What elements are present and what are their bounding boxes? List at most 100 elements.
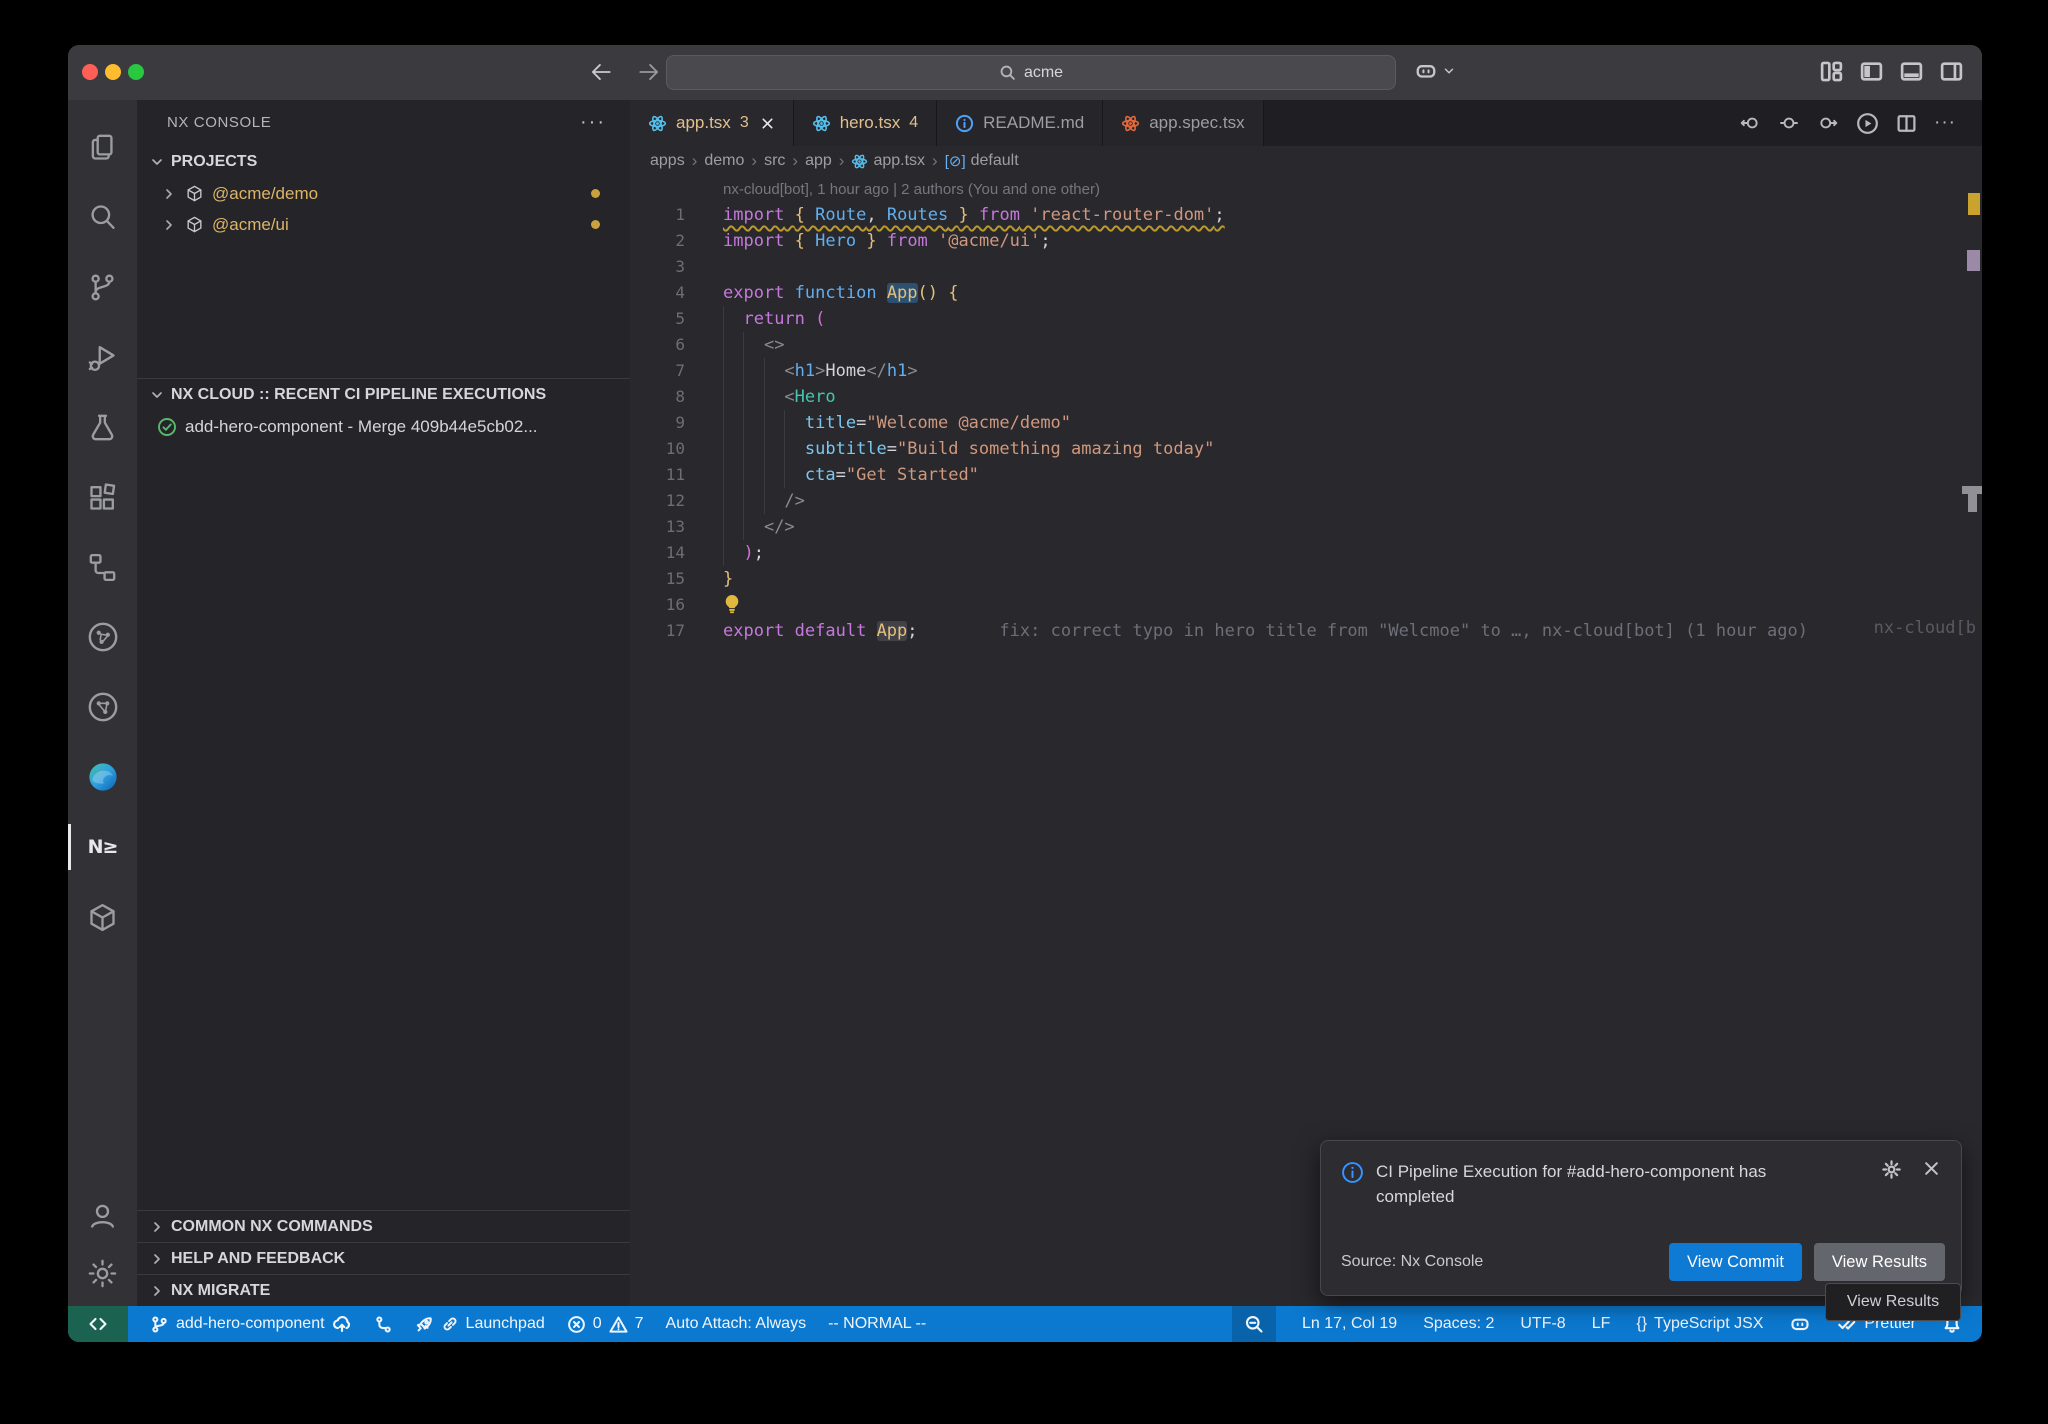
tab-hero-tsx[interactable]: hero.tsx 4	[794, 100, 937, 146]
settings-gear-icon[interactable]	[68, 1244, 137, 1302]
code-line[interactable]: 9 title="Welcome @acme/demo"	[630, 410, 1982, 436]
breadcrumb-item-default[interactable]: [⊘]default	[945, 152, 1019, 170]
tab-readme-md[interactable]: README.md	[937, 100, 1103, 146]
search-sidebar-icon[interactable]	[68, 182, 137, 252]
source-control-icon[interactable]	[68, 252, 137, 322]
language-mode-status[interactable]: {} TypeScript JSX	[1636, 1315, 1763, 1333]
pipeline-execution-item[interactable]: add-hero-component - Merge 409b44e5cb02.…	[137, 411, 630, 442]
code-line[interactable]: 8 <Hero	[630, 384, 1982, 410]
breadcrumb: apps›demo›src›app›app.tsx›[⊘]default	[630, 146, 1982, 176]
project-item-acme-demo[interactable]: @acme/demo	[137, 178, 630, 209]
run-debug-icon[interactable]	[68, 322, 137, 392]
run-file-icon[interactable]	[1856, 112, 1879, 135]
git-graph-status[interactable]	[374, 1315, 393, 1334]
encoding-status[interactable]: UTF-8	[1520, 1315, 1565, 1333]
project-graph-icon[interactable]	[68, 602, 137, 672]
history-back-icon[interactable]	[588, 59, 614, 85]
close-tab-icon[interactable]	[760, 116, 775, 131]
status-bar: add-hero-component Launchpad 0 7 Auto At…	[68, 1306, 1982, 1342]
toggle-secondary-sidebar-icon[interactable]	[1939, 59, 1964, 84]
task-graph-icon[interactable]	[68, 672, 137, 742]
code-line[interactable]: 3	[630, 254, 1982, 280]
more-actions-icon[interactable]: ···	[580, 111, 606, 134]
split-editor-icon[interactable]	[1896, 113, 1917, 134]
breadcrumb-item-demo[interactable]: demo	[704, 152, 744, 170]
nav-forward-change-icon[interactable]	[1817, 113, 1839, 133]
chevron-down-icon[interactable]	[1442, 64, 1456, 78]
notification-settings-gear-icon[interactable]	[1881, 1159, 1902, 1209]
indentation-status[interactable]: Spaces: 2	[1423, 1315, 1494, 1333]
code-line[interactable]: 14 );	[630, 540, 1982, 566]
close-window-button[interactable]	[82, 64, 98, 80]
line-number: 10	[630, 436, 685, 462]
maximize-window-button[interactable]	[128, 64, 144, 80]
projects-section-header[interactable]: PROJECTS	[137, 145, 630, 178]
git-graph-icon	[374, 1315, 393, 1334]
nx-cloud-section-header[interactable]: NX CLOUD :: RECENT CI PIPELINE EXECUTION…	[137, 378, 630, 411]
breadcrumb-item-app-tsx[interactable]: app.tsx	[851, 152, 925, 170]
tab-app-spec-tsx[interactable]: app.spec.tsx	[1103, 100, 1263, 146]
nx-console-icon[interactable]: N≥	[68, 812, 137, 882]
extensions-icon[interactable]	[68, 462, 137, 532]
code-line[interactable]: 13 </>	[630, 514, 1982, 540]
remote-indicator[interactable]	[68, 1306, 128, 1342]
more-actions-icon[interactable]: ···	[1934, 112, 1956, 134]
zoom-indicator[interactable]	[1232, 1306, 1276, 1342]
info-icon	[955, 114, 974, 133]
eol-status[interactable]: LF	[1592, 1315, 1611, 1333]
common-nx-commands-section[interactable]: COMMON NX COMMANDS	[137, 1210, 630, 1242]
code-line[interactable]: 4export function App() {	[630, 280, 1982, 306]
code-line[interactable]: 1import { Route, Routes } from 'react-ro…	[630, 202, 1982, 228]
copilot-icon[interactable]	[1414, 60, 1438, 82]
code-line[interactable]: 7 <h1>Home</h1>	[630, 358, 1982, 384]
git-branch-status[interactable]: add-hero-component	[150, 1314, 352, 1334]
edge-devtools-icon[interactable]	[68, 742, 137, 812]
tab-app-tsx[interactable]: app.tsx 3	[630, 100, 794, 146]
chevron-down-icon	[149, 154, 165, 170]
launchpad-status[interactable]: Launchpad	[415, 1315, 545, 1334]
help-and-feedback-section[interactable]: HELP AND FEEDBACK	[137, 1242, 630, 1274]
line-number: 12	[630, 488, 685, 514]
code-line[interactable]: 15}	[630, 566, 1982, 592]
notification-close-icon[interactable]	[1922, 1159, 1941, 1209]
notification-source: Source: Nx Console	[1341, 1253, 1483, 1271]
view-results-button[interactable]: View Results	[1814, 1243, 1945, 1281]
search-icon	[999, 64, 1016, 81]
code-line[interactable]: 17export default App; fix: correct typo …	[630, 618, 1982, 644]
view-commit-button[interactable]: View Commit	[1669, 1243, 1802, 1281]
quickfix-lightbulb-icon[interactable]	[721, 593, 743, 615]
cursor-position-status[interactable]: Ln 17, Col 19	[1302, 1315, 1397, 1333]
code-line[interactable]: 5 return (	[630, 306, 1982, 332]
copilot-status[interactable]	[1789, 1314, 1811, 1334]
toggle-panel-icon[interactable]	[1899, 59, 1924, 84]
explorer-icon[interactable]	[68, 112, 137, 182]
auto-attach-status[interactable]: Auto Attach: Always	[666, 1315, 807, 1333]
command-center-search[interactable]: acme	[666, 55, 1396, 90]
history-forward-icon[interactable]	[636, 59, 662, 85]
nx-migrate-section[interactable]: NX MIGRATE	[137, 1274, 630, 1306]
nav-current-change-icon[interactable]	[1778, 113, 1800, 133]
customize-layout-icon[interactable]	[1819, 59, 1844, 84]
package-icon[interactable]	[68, 882, 137, 952]
code-line[interactable]: 2import { Hero } from '@acme/ui';	[630, 228, 1982, 254]
code-line[interactable]: 12 />	[630, 488, 1982, 514]
nx-projects-icon[interactable]	[68, 532, 137, 602]
nav-back-change-icon[interactable]	[1739, 113, 1761, 133]
code-line[interactable]: 6 <>	[630, 332, 1982, 358]
breadcrumb-item-app[interactable]: app	[805, 152, 832, 170]
warnings-icon	[609, 1315, 628, 1334]
code-line[interactable]: 10 subtitle="Build something amazing tod…	[630, 436, 1982, 462]
accounts-icon[interactable]	[68, 1186, 137, 1244]
breadcrumb-item-src[interactable]: src	[764, 152, 785, 170]
problems-status[interactable]: 0 7	[567, 1315, 644, 1334]
code-line[interactable]: 16	[630, 592, 1982, 618]
project-item-acme-ui[interactable]: @acme/ui	[137, 209, 630, 240]
testing-icon[interactable]	[68, 392, 137, 462]
code-line[interactable]: 11 cta="Get Started"	[630, 462, 1982, 488]
react-icon	[812, 114, 831, 133]
breadcrumb-item-apps[interactable]: apps	[650, 152, 685, 170]
vim-mode-status[interactable]: -- NORMAL --	[828, 1315, 926, 1333]
toggle-primary-sidebar-icon[interactable]	[1859, 59, 1884, 84]
scrollbar-handle[interactable]	[1962, 486, 1982, 494]
minimize-window-button[interactable]	[105, 64, 121, 80]
